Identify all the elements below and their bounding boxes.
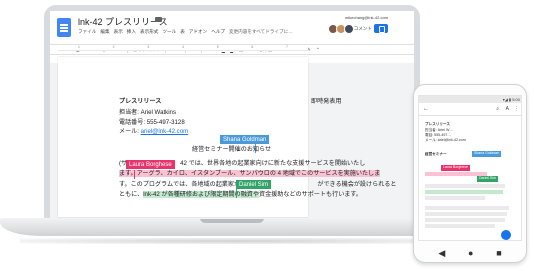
phone-screen: ▾◢ ▮ 5:00 ← ⌕ A ⋮ プレスリリース 担当者: Ariel W… … <box>418 95 522 241</box>
menu-insert[interactable]: 挿入 <box>127 29 136 35</box>
contact-email-line: メール: ariel@lnk-42.com <box>119 128 189 135</box>
menu-file[interactable]: ファイル <box>78 29 96 35</box>
search-icon[interactable]: ⌕ <box>496 106 499 112</box>
comment-button[interactable]: コメント <box>354 26 372 32</box>
more-vert-icon[interactable]: ⋮ <box>514 106 519 112</box>
docs-header: lnk-42 プレスリリース ファイル 編集 表示 挿入 表示形式 ツール 表 … <box>50 11 414 44</box>
event-title: 経営セミナー開催のお知らせ <box>192 146 272 153</box>
phone-tag-shana: Shana Goldman <box>472 151 502 157</box>
back-icon[interactable]: ← <box>423 106 429 112</box>
document-heading: プレスリリース <box>119 98 162 105</box>
email-link[interactable]: ariel@lnk-42.com <box>141 128 189 135</box>
release-note: 即時発表用 <box>311 98 342 105</box>
phone-event-title: 経営セミナー <box>425 152 447 156</box>
menu-table[interactable]: 表 <box>180 29 185 35</box>
collaborator-tag-shana: Shana Goldman <box>220 135 270 144</box>
laptop-shadow <box>20 238 450 244</box>
home-nav-icon[interactable]: ● <box>468 248 473 258</box>
avatar[interactable] <box>344 24 354 34</box>
email-label: メール: <box>119 128 141 135</box>
menu-help[interactable]: ヘルプ <box>211 29 225 35</box>
phone-tag-laura: Laura Borghese <box>441 165 470 171</box>
back-nav-icon[interactable]: ◀ <box>438 248 445 258</box>
phone-status-bar: ▾◢ ▮ 5:00 <box>419 96 521 103</box>
phone-text-line <box>425 196 485 200</box>
phone-text-line <box>425 218 505 222</box>
menu-addons[interactable]: アドオン <box>189 29 207 35</box>
phone-text-line <box>425 224 495 228</box>
contact-phone: 電話番号: 555-497-3128 <box>119 119 185 126</box>
docs-logo-icon[interactable] <box>57 18 71 37</box>
collapse-icon[interactable]: ⌃ <box>316 47 320 53</box>
phone-text-line <box>425 212 507 216</box>
phone-text-line <box>425 184 505 188</box>
menu-bar: ファイル 編集 表示 挿入 表示形式 ツール 表 アドオン ヘルプ 変更内容をす… <box>78 29 293 35</box>
collaborator-cursor-daniel <box>236 189 237 198</box>
phone-nav-bar: ◀ ● ■ <box>413 244 527 262</box>
edit-fab-button[interactable] <box>501 230 511 240</box>
share-button[interactable] <box>374 24 388 33</box>
menu-tools[interactable]: ツール <box>162 29 176 35</box>
save-status[interactable]: 変更内容をすべてドライブに… <box>229 29 293 35</box>
collaborator-avatars <box>328 24 354 34</box>
phone-highlight-daniel <box>425 190 503 194</box>
phone-text-line <box>425 206 509 210</box>
ruler[interactable]: 1234567 <box>58 45 308 51</box>
format-icon[interactable]: A <box>506 106 509 112</box>
paragraph-line-4: ともに、lnk-42 が各種研修および限定期間の融資や資金援助などのサポートも行… <box>119 191 362 198</box>
paragraph-line-1: (サ 42 では、世界各地の起業家向けに新たな支援サービスを開始いたし <box>119 160 366 167</box>
folder-icon[interactable] <box>155 17 162 22</box>
menu-view[interactable]: 表示 <box>114 29 123 35</box>
collaborator-tag-daniel: Daniel Sim <box>236 180 272 189</box>
paragraph-line-2: ます。アーグラ、カイロ、イスタンブール、サンパウロの 4 地域でこのサービスを実… <box>119 170 381 177</box>
phone-doc-heading: プレスリリース <box>425 122 450 126</box>
user-email[interactable]: mikechang@lnk-42.com <box>345 15 388 20</box>
phone-doc-email: メール: ariel@lnk-42.com <box>425 138 466 142</box>
menu-format[interactable]: 表示形式 <box>140 29 158 35</box>
collaborator-cursor-laura <box>134 170 135 179</box>
phone-tag-daniel: Daniel Sim <box>477 176 498 182</box>
contact-name: 担当者: Ariel Watkins <box>119 109 176 116</box>
recents-nav-icon[interactable]: ■ <box>496 248 501 258</box>
menu-edit[interactable]: 編集 <box>100 29 109 35</box>
phone-app-bar: ← ⌕ A ⋮ <box>419 103 521 116</box>
